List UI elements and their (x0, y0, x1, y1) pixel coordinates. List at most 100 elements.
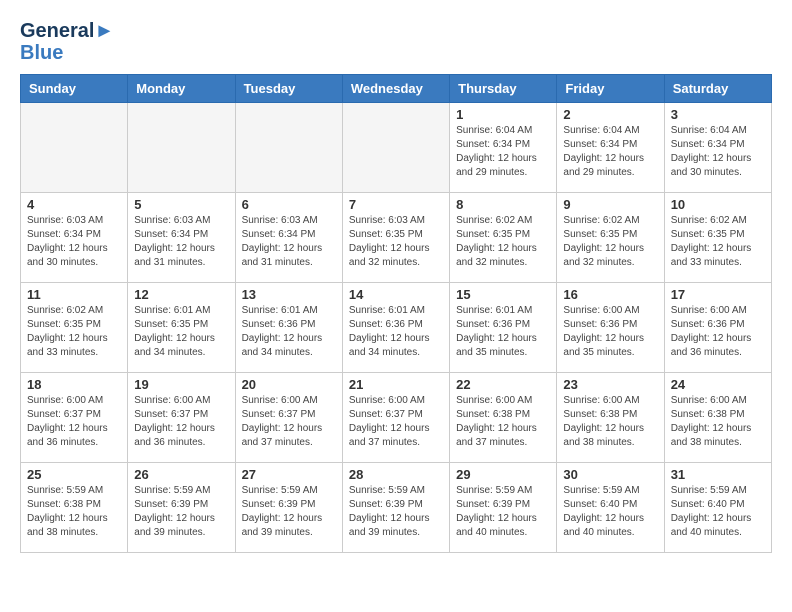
calendar-cell: 17Sunrise: 6:00 AMSunset: 6:36 PMDayligh… (664, 283, 771, 373)
logo-text: General► Blue (20, 20, 114, 64)
cell-text: and 31 minutes. (134, 256, 228, 270)
calendar-cell: 15Sunrise: 6:01 AMSunset: 6:36 PMDayligh… (450, 283, 557, 373)
day-number: 25 (27, 467, 121, 482)
day-number: 18 (27, 377, 121, 392)
weekday-header: Tuesday (235, 75, 342, 103)
cell-text: and 34 minutes. (242, 346, 336, 360)
day-number: 30 (563, 467, 657, 482)
logo: General► Blue (20, 20, 114, 64)
cell-text: Sunrise: 6:01 AM (134, 304, 228, 318)
cell-text: Daylight: 12 hours (671, 152, 765, 166)
weekday-header: Sunday (21, 75, 128, 103)
calendar-cell: 22Sunrise: 6:00 AMSunset: 6:38 PMDayligh… (450, 373, 557, 463)
cell-text: and 39 minutes. (242, 526, 336, 540)
cell-text: and 39 minutes. (349, 526, 443, 540)
cell-text: and 32 minutes. (349, 256, 443, 270)
cell-text: and 29 minutes. (563, 166, 657, 180)
day-number: 9 (563, 197, 657, 212)
day-number: 20 (242, 377, 336, 392)
calendar-cell: 13Sunrise: 6:01 AMSunset: 6:36 PMDayligh… (235, 283, 342, 373)
day-number: 8 (456, 197, 550, 212)
day-number: 14 (349, 287, 443, 302)
cell-text: Daylight: 12 hours (27, 422, 121, 436)
cell-text: and 32 minutes. (563, 256, 657, 270)
cell-text: Sunset: 6:37 PM (349, 408, 443, 422)
cell-text: Daylight: 12 hours (242, 422, 336, 436)
cell-text: Sunrise: 6:01 AM (456, 304, 550, 318)
cell-text: Daylight: 12 hours (242, 332, 336, 346)
cell-text: and 37 minutes. (242, 436, 336, 450)
calendar-cell: 9Sunrise: 6:02 AMSunset: 6:35 PMDaylight… (557, 193, 664, 283)
cell-text: and 39 minutes. (134, 526, 228, 540)
cell-text: and 40 minutes. (671, 526, 765, 540)
day-number: 24 (671, 377, 765, 392)
cell-text: Sunrise: 5:59 AM (242, 484, 336, 498)
cell-text: Sunrise: 6:00 AM (671, 394, 765, 408)
cell-text: and 29 minutes. (456, 166, 550, 180)
day-number: 22 (456, 377, 550, 392)
cell-text: Sunset: 6:35 PM (563, 228, 657, 242)
cell-text: and 37 minutes. (349, 436, 443, 450)
weekday-header: Friday (557, 75, 664, 103)
calendar-cell: 31Sunrise: 5:59 AMSunset: 6:40 PMDayligh… (664, 463, 771, 553)
cell-text: and 33 minutes. (671, 256, 765, 270)
cell-text: Sunset: 6:40 PM (563, 498, 657, 512)
calendar-cell: 3Sunrise: 6:04 AMSunset: 6:34 PMDaylight… (664, 103, 771, 193)
cell-text: Sunset: 6:37 PM (242, 408, 336, 422)
weekday-header: Saturday (664, 75, 771, 103)
cell-text: Sunrise: 6:04 AM (563, 124, 657, 138)
calendar-cell: 14Sunrise: 6:01 AMSunset: 6:36 PMDayligh… (342, 283, 449, 373)
day-number: 10 (671, 197, 765, 212)
day-number: 27 (242, 467, 336, 482)
cell-text: Sunrise: 5:59 AM (671, 484, 765, 498)
day-number: 31 (671, 467, 765, 482)
cell-text: Daylight: 12 hours (349, 242, 443, 256)
calendar-cell (21, 103, 128, 193)
cell-text: and 35 minutes. (456, 346, 550, 360)
calendar-cell: 2Sunrise: 6:04 AMSunset: 6:34 PMDaylight… (557, 103, 664, 193)
cell-text: Daylight: 12 hours (563, 332, 657, 346)
day-number: 7 (349, 197, 443, 212)
cell-text: and 38 minutes. (671, 436, 765, 450)
weekday-header: Wednesday (342, 75, 449, 103)
cell-text: Sunrise: 6:00 AM (242, 394, 336, 408)
cell-text: and 36 minutes. (671, 346, 765, 360)
cell-text: Daylight: 12 hours (671, 512, 765, 526)
cell-text: and 33 minutes. (27, 346, 121, 360)
calendar-cell: 23Sunrise: 6:00 AMSunset: 6:38 PMDayligh… (557, 373, 664, 463)
day-number: 19 (134, 377, 228, 392)
day-number: 26 (134, 467, 228, 482)
cell-text: Sunset: 6:34 PM (242, 228, 336, 242)
cell-text: Sunrise: 6:00 AM (456, 394, 550, 408)
cell-text: and 34 minutes. (349, 346, 443, 360)
weekday-header: Monday (128, 75, 235, 103)
cell-text: Daylight: 12 hours (456, 242, 550, 256)
cell-text: Sunset: 6:36 PM (242, 318, 336, 332)
calendar-cell: 12Sunrise: 6:01 AMSunset: 6:35 PMDayligh… (128, 283, 235, 373)
cell-text: Daylight: 12 hours (671, 332, 765, 346)
calendar-cell: 18Sunrise: 6:00 AMSunset: 6:37 PMDayligh… (21, 373, 128, 463)
calendar-cell: 24Sunrise: 6:00 AMSunset: 6:38 PMDayligh… (664, 373, 771, 463)
cell-text: Sunset: 6:34 PM (27, 228, 121, 242)
cell-text: Sunrise: 6:01 AM (242, 304, 336, 318)
cell-text: Daylight: 12 hours (671, 422, 765, 436)
day-number: 15 (456, 287, 550, 302)
cell-text: Sunrise: 5:59 AM (456, 484, 550, 498)
cell-text: Sunrise: 6:04 AM (671, 124, 765, 138)
day-number: 4 (27, 197, 121, 212)
calendar-cell: 8Sunrise: 6:02 AMSunset: 6:35 PMDaylight… (450, 193, 557, 283)
calendar-week-row: 25Sunrise: 5:59 AMSunset: 6:38 PMDayligh… (21, 463, 772, 553)
cell-text: Sunset: 6:34 PM (671, 138, 765, 152)
cell-text: Sunrise: 6:00 AM (27, 394, 121, 408)
cell-text: and 38 minutes. (27, 526, 121, 540)
weekday-header: Thursday (450, 75, 557, 103)
cell-text: Daylight: 12 hours (27, 512, 121, 526)
cell-text: Sunrise: 6:02 AM (27, 304, 121, 318)
cell-text: Daylight: 12 hours (349, 332, 443, 346)
calendar-cell: 21Sunrise: 6:00 AMSunset: 6:37 PMDayligh… (342, 373, 449, 463)
calendar-cell (235, 103, 342, 193)
cell-text: and 34 minutes. (134, 346, 228, 360)
cell-text: Sunset: 6:35 PM (134, 318, 228, 332)
cell-text: Daylight: 12 hours (242, 512, 336, 526)
cell-text: Sunrise: 6:00 AM (671, 304, 765, 318)
